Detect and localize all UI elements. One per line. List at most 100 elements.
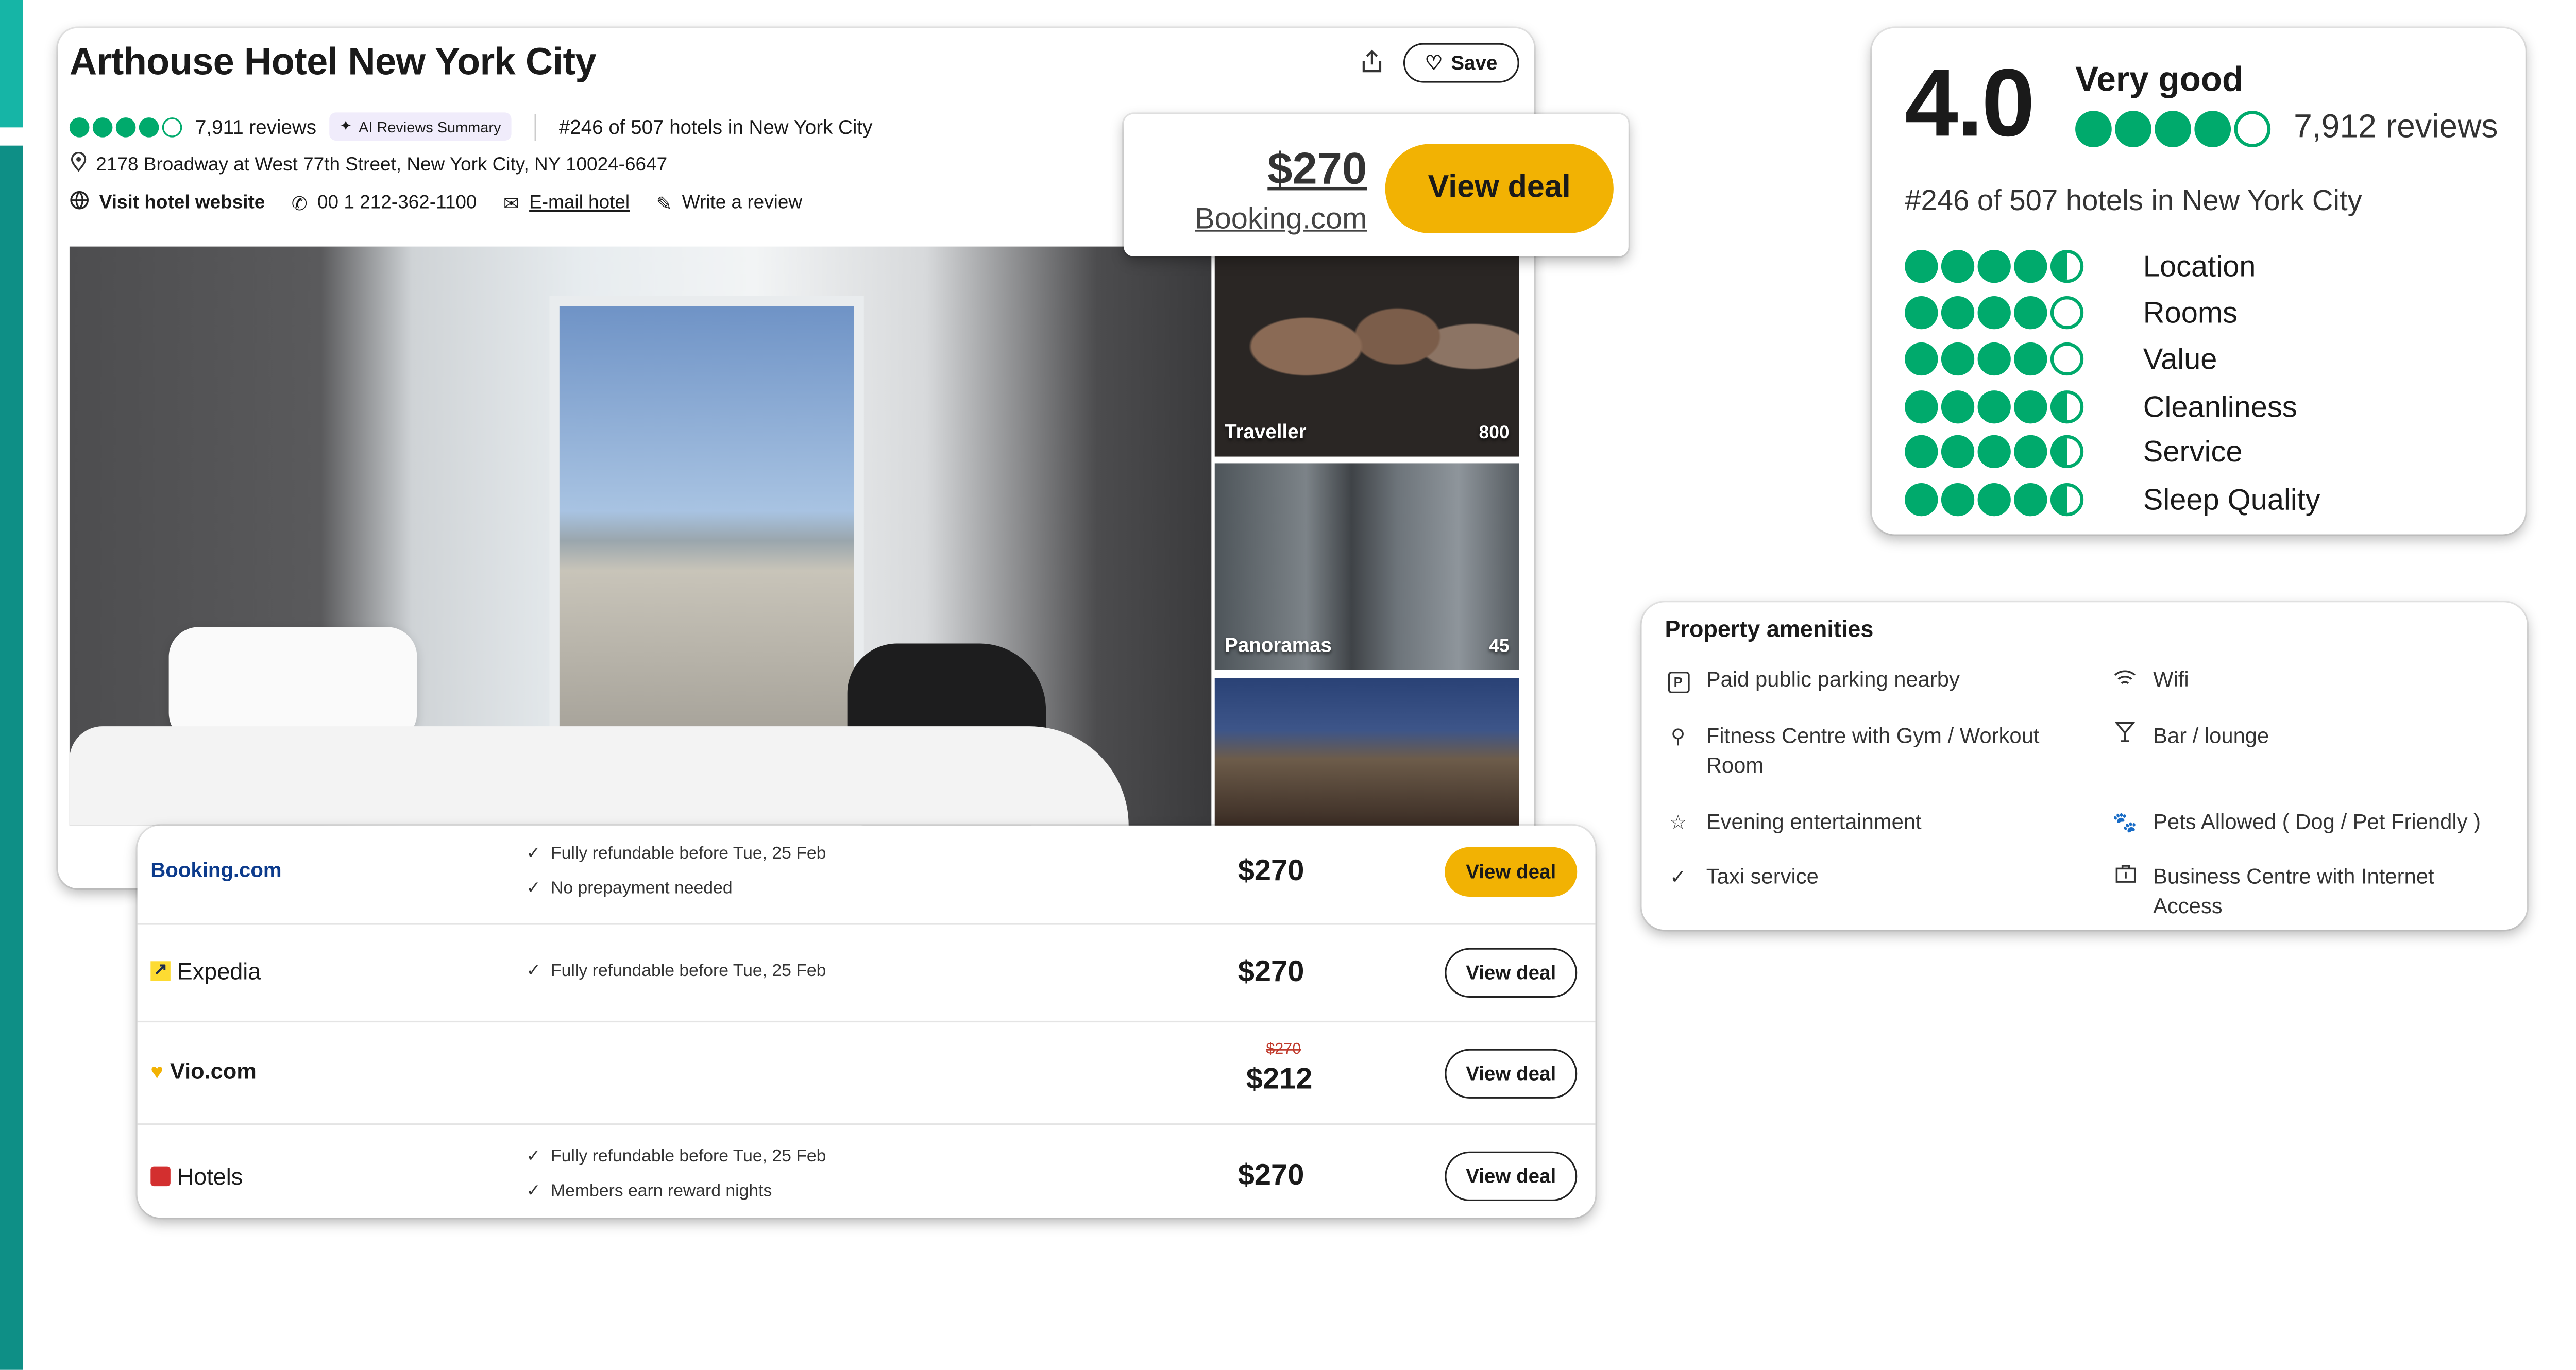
bubble-icon <box>1905 250 1938 283</box>
rating-row: 7,911 reviews ✦ AI Reviews Summary #246 … <box>69 112 873 141</box>
featured-view-deal-button[interactable]: View deal <box>1385 144 1614 233</box>
bubble-icon <box>1905 435 1938 469</box>
bubble-icon <box>2050 435 2084 469</box>
thumb-panoramas[interactable]: Panoramas 45 <box>1214 463 1519 670</box>
thumb-traveller[interactable]: Traveller 800 <box>1214 256 1519 457</box>
ai-summary-chip[interactable]: ✦ AI Reviews Summary <box>329 112 511 141</box>
deal-price: $212 <box>1246 1062 1313 1095</box>
featured-price[interactable]: $270 <box>1267 144 1367 195</box>
envelope-icon: ✉ <box>503 194 519 214</box>
hotel-rank[interactable]: #246 of 507 hotels in New York City <box>559 115 873 138</box>
bubble-icon <box>1941 390 1975 424</box>
subrating-bubbles <box>1905 483 2084 517</box>
rating-summary-card: 4.0 Very good 7,912 reviews #246 of 507 … <box>1871 28 2526 535</box>
bubble-icon <box>1941 483 1975 517</box>
bubble-icon <box>1941 342 1975 376</box>
main-photo[interactable] <box>69 246 1212 826</box>
bubble-icon <box>1905 483 1938 517</box>
provider-expedia-logo[interactable]: ↗ Expedia <box>150 958 261 984</box>
deal-price: $270 <box>1238 853 1304 887</box>
bubble-icon <box>1977 250 2011 283</box>
subrating-name: Cleanliness <box>2143 389 2297 423</box>
deal-price: $270 <box>1238 954 1304 988</box>
provider-vio-logo[interactable]: ♥ Vio.com <box>150 1059 257 1084</box>
feature-item: ✓ Fully refundable before Tue, 25 Feb <box>526 1146 826 1167</box>
bubble-icon <box>2014 342 2047 376</box>
rating-score: 4.0 <box>1905 49 2035 158</box>
bubble-icon <box>2014 390 2047 424</box>
subrating-rooms: Rooms <box>1905 295 2238 330</box>
deals-list: Booking.com ✓ Fully refundable before Tue… <box>137 825 1596 1218</box>
bubble-icon <box>2050 390 2084 424</box>
provider-name: Booking.com <box>150 859 282 882</box>
rating-bubbles-row: 7,912 reviews <box>2075 109 2498 147</box>
amenity-label: Evening entertainment <box>1706 809 1922 834</box>
bubble-icon <box>2050 250 2084 283</box>
write-review-link[interactable]: ✎ Write a review <box>656 191 803 214</box>
bubble-icon <box>2234 110 2271 147</box>
email-label: E-mail hotel <box>529 193 630 213</box>
header-actions: ♡ Save <box>1360 43 1519 83</box>
deal-old-price: $270 <box>1266 1040 1301 1059</box>
amenity-label: Paid public parking nearby <box>1706 666 1960 692</box>
view-deal-button[interactable]: View deal <box>1445 1151 1578 1202</box>
bubble-icon <box>139 116 159 137</box>
provider-booking-logo[interactable]: Booking.com <box>150 859 281 882</box>
bubble-icon <box>2014 435 2047 469</box>
parking-icon: P <box>1665 665 1691 695</box>
website-link[interactable]: Visit hotel website <box>70 190 265 215</box>
thumb-city[interactable] <box>1214 678 1519 826</box>
provider-name: Hotels <box>177 1163 243 1190</box>
amenity-label: Pets Allowed ( Dog / Pet Friendly ) <box>2153 809 2481 834</box>
hotel-address[interactable]: 2178 Broadway at West 77th Street, New Y… <box>96 155 667 175</box>
bubble-icon <box>1905 296 1938 330</box>
bubble-icon <box>1977 435 2011 469</box>
feature-item: ✓ Fully refundable before Tue, 25 Feb <box>526 961 826 981</box>
amenity-label: Business Centre with Internet Access <box>2153 863 2434 918</box>
location-pin-icon <box>70 151 88 177</box>
amenity-item: ⚲ Fitness Centre with Gym / Workout Room <box>1665 722 2078 781</box>
feature-text: No prepayment needed <box>551 878 733 899</box>
subrating-cleanliness: Cleanliness <box>1905 389 2297 424</box>
check-icon: ✓ <box>526 844 541 864</box>
share-icon[interactable] <box>1360 49 1383 77</box>
phone-link[interactable]: ✆ 00 1 212-362-1100 <box>292 191 477 214</box>
bubble-icon <box>2155 110 2191 147</box>
heart-icon: ♡ <box>1425 51 1443 75</box>
amenity-label: Wifi <box>2153 666 2189 692</box>
pencil-icon: ✎ <box>656 194 672 214</box>
save-button[interactable]: ♡ Save <box>1403 43 1519 83</box>
amenities-card: Property amenities P Paid public parking… <box>1641 602 2528 930</box>
feature-item: ✓ Members earn reward nights <box>526 1181 826 1202</box>
star-icon: ☆ <box>1669 810 1687 834</box>
bubble-icon <box>1977 390 2011 424</box>
bubble-icon <box>2050 342 2084 376</box>
feature-text: Members earn reward nights <box>551 1181 772 1202</box>
featured-site[interactable]: Booking.com <box>1195 202 1367 236</box>
sparkle-icon: ✦ <box>340 117 352 134</box>
provider-name: Expedia <box>177 957 261 985</box>
email-link[interactable]: ✉ E-mail hotel <box>503 191 630 214</box>
thumb-label: Traveller <box>1225 420 1307 443</box>
bubble-icon <box>1941 250 1975 283</box>
vio-logo-icon: ♥ <box>150 1058 164 1084</box>
view-deal-button[interactable]: View deal <box>1445 847 1578 897</box>
check-icon: ✓ <box>526 1181 541 1202</box>
check-icon: ✓ <box>526 961 541 981</box>
subrating-location: Location <box>1905 249 2256 283</box>
view-deal-button[interactable]: View deal <box>1445 1049 1578 1099</box>
bubble-icon <box>1977 342 2011 376</box>
rating-review-count[interactable]: 7,912 reviews <box>2294 109 2498 147</box>
thumb-count: 45 <box>1489 637 1510 657</box>
side-accent-top <box>0 0 23 128</box>
bubble-icon <box>1905 390 1938 424</box>
phone-icon: ✆ <box>291 194 308 214</box>
cocktail-icon <box>2112 722 2138 751</box>
check-icon: ✓ <box>526 1146 541 1167</box>
subrating-bubbles <box>1905 435 2084 469</box>
provider-hotels-logo[interactable]: Hotels <box>150 1163 243 1190</box>
subrating-value: Value <box>1905 341 2217 376</box>
review-count-link[interactable]: 7,911 reviews <box>195 115 316 138</box>
bubble-icon <box>2194 110 2231 147</box>
view-deal-button[interactable]: View deal <box>1445 948 1578 998</box>
